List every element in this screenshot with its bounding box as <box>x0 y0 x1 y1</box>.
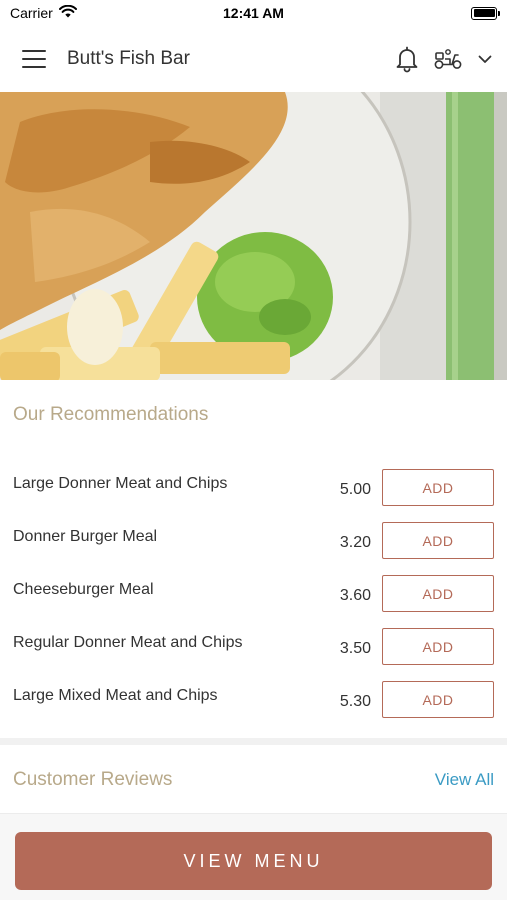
hamburger-menu-icon[interactable] <box>22 50 46 68</box>
list-item: Donner Burger Meal 3.20 ADD <box>0 522 507 575</box>
add-button[interactable]: ADD <box>382 522 494 559</box>
item-name: Large Donner Meat and Chips <box>13 475 228 492</box>
list-item: Regular Donner Meat and Chips 3.50 ADD <box>0 628 507 681</box>
recommendations-section: Our Recommendations Large Donner Meat an… <box>0 380 507 738</box>
reviews-section: Customer Reviews View All <box>0 745 507 813</box>
item-price: 3.50 <box>339 640 371 657</box>
add-button[interactable]: ADD <box>382 469 494 506</box>
item-name: Regular Donner Meat and Chips <box>13 634 243 651</box>
add-button[interactable]: ADD <box>382 681 494 718</box>
app-header: Butt's Fish Bar <box>0 26 507 92</box>
view-menu-button[interactable]: VIEW MENU <box>15 832 492 890</box>
list-item: Large Mixed Meat and Chips 5.30 ADD <box>0 681 507 734</box>
app-title: Butt's Fish Bar <box>67 48 190 69</box>
list-item: Large Donner Meat and Chips 5.00 ADD <box>0 469 507 522</box>
status-bar: Carrier 12:41 AM <box>0 0 507 26</box>
add-button[interactable]: ADD <box>382 628 494 665</box>
item-price: 3.20 <box>339 534 371 551</box>
status-left: Carrier <box>10 4 77 21</box>
item-price: 5.30 <box>339 693 371 710</box>
recommendations-title: Our Recommendations <box>13 404 209 425</box>
item-price: 3.60 <box>339 587 371 604</box>
add-button[interactable]: ADD <box>382 575 494 612</box>
battery-icon <box>471 6 500 20</box>
item-name: Donner Burger Meal <box>13 528 158 545</box>
section-divider <box>0 738 507 745</box>
item-name: Cheeseburger Meal <box>13 581 154 598</box>
reviews-title: Customer Reviews <box>13 769 173 790</box>
view-all-link[interactable]: View All <box>435 770 494 790</box>
bell-icon[interactable] <box>395 45 419 73</box>
carrier-label: Carrier <box>10 5 53 21</box>
header-icons <box>395 45 493 73</box>
list-item: Cheeseburger Meal 3.60 ADD <box>0 575 507 628</box>
wifi-icon <box>58 4 77 21</box>
chevron-down-icon[interactable] <box>477 53 493 65</box>
item-price: 5.00 <box>339 481 371 498</box>
scooter-icon[interactable] <box>433 48 463 70</box>
hero-image <box>0 92 507 380</box>
bottom-bar: VIEW MENU <box>0 813 507 900</box>
item-name: Large Mixed Meat and Chips <box>13 687 218 704</box>
